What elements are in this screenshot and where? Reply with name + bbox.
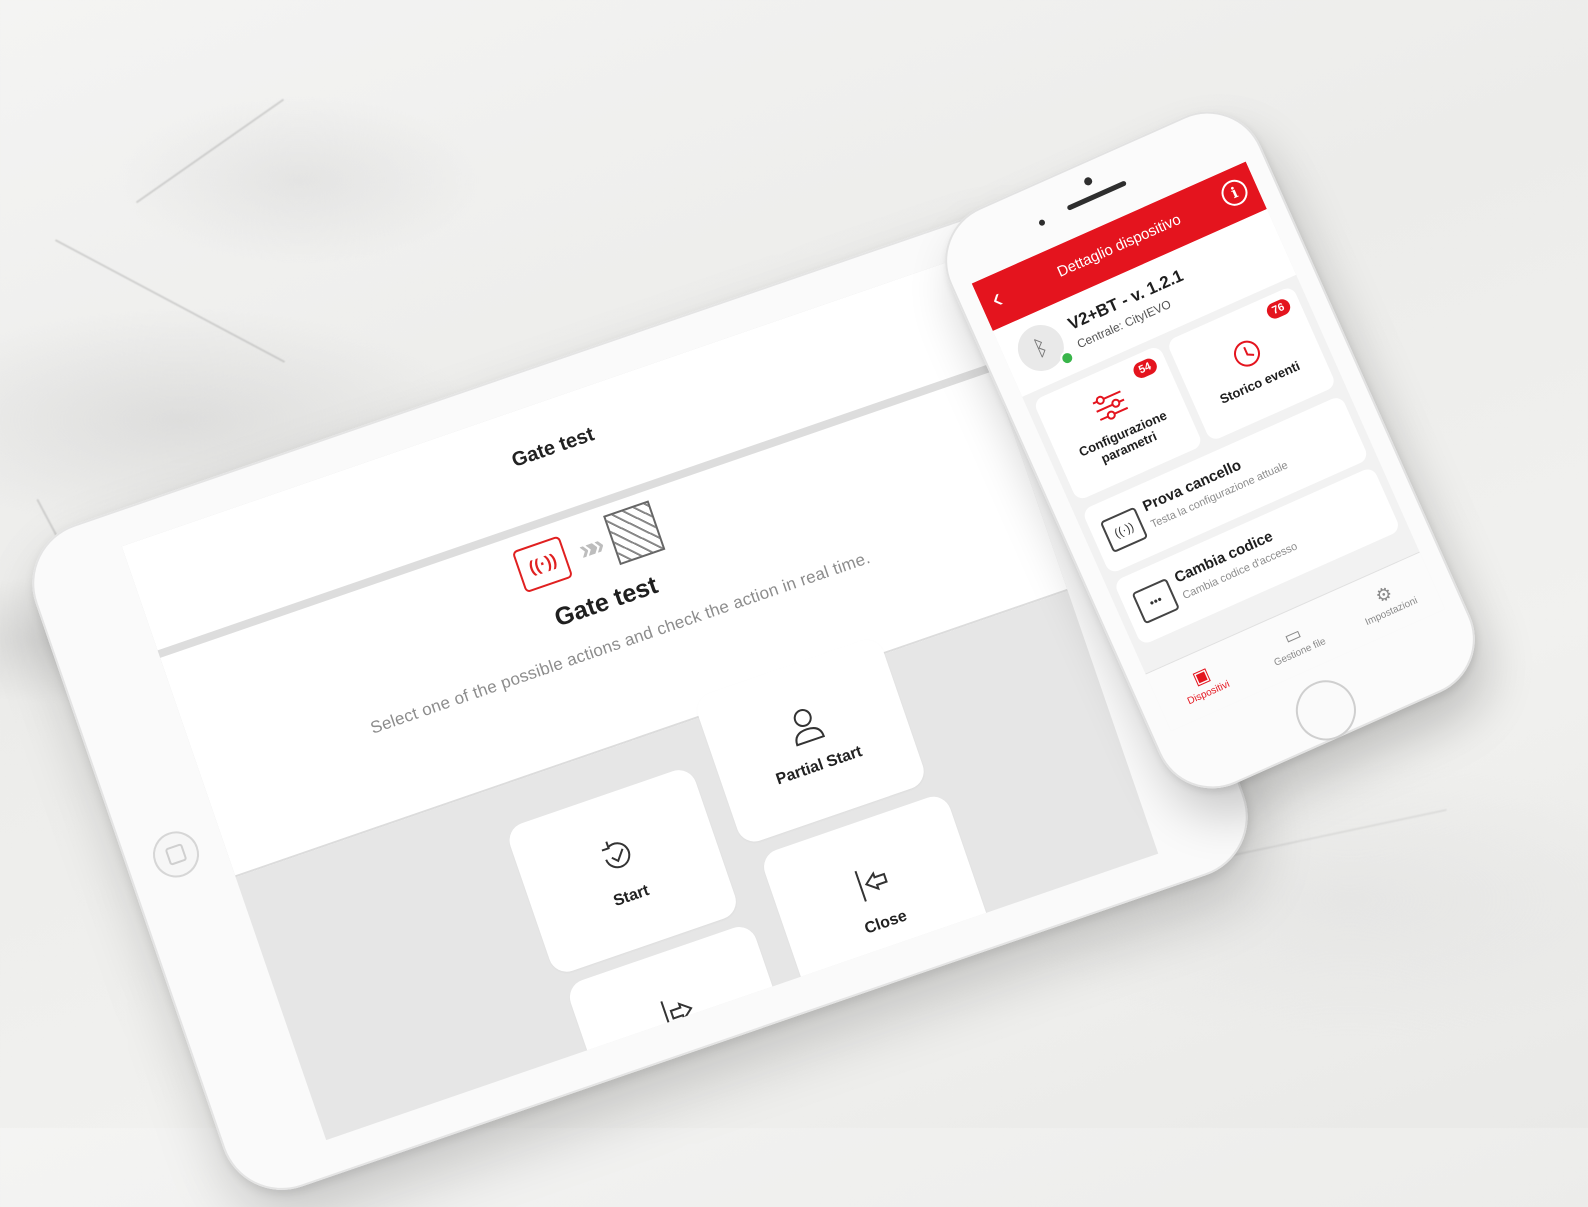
- gate-signal-icon: ((·)): [1099, 506, 1149, 554]
- devices-icon: ▣: [1189, 663, 1213, 689]
- open-arrow-icon: [660, 1001, 693, 1033]
- partial-start-label: Partial Start: [773, 743, 865, 789]
- bluetooth-icon: ᛒ: [1010, 317, 1072, 379]
- phone-speaker: [1066, 180, 1127, 211]
- clock-history-icon: [1233, 340, 1260, 367]
- cycle-check-icon: [601, 841, 631, 869]
- folder-icon: ▭: [1280, 622, 1305, 648]
- tablet-home-button[interactable]: [146, 825, 206, 884]
- close-label: Close: [862, 907, 910, 938]
- count-badge: 54: [1130, 356, 1160, 381]
- marble-vein: [54, 239, 286, 363]
- marble-vein: [135, 98, 285, 204]
- cancel-link[interactable]: Cancel: [823, 1018, 876, 1051]
- lock-code-icon: •••: [1131, 577, 1181, 625]
- start-label: Start: [611, 882, 652, 910]
- chevrons-right-icon: »»: [574, 530, 603, 566]
- remote-signal-icon: ((·)): [512, 535, 574, 594]
- phone-home-button[interactable]: [1286, 670, 1366, 750]
- phone-camera: [1082, 176, 1094, 187]
- phone-sensor: [1038, 218, 1046, 227]
- close-arrow-icon: [854, 870, 888, 902]
- gate-icon: [602, 500, 665, 566]
- open-label: Open: [669, 1038, 714, 1068]
- count-badge: 76: [1264, 296, 1293, 322]
- person-icon: [793, 709, 826, 747]
- sliders-icon: [1092, 390, 1129, 421]
- gear-icon: ⚙: [1372, 581, 1396, 607]
